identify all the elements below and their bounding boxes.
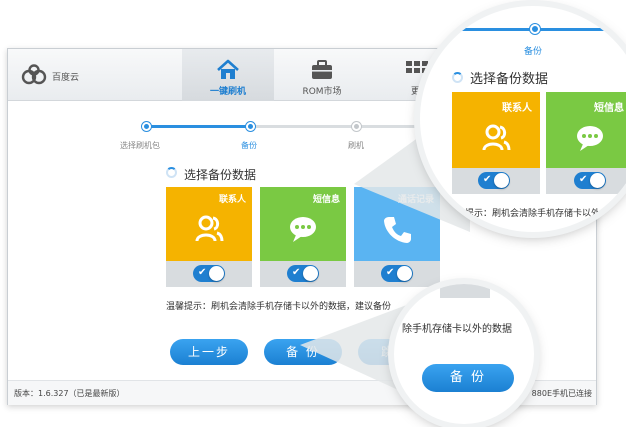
- version-text: 版本：1.6.327（已是最新版）: [14, 389, 125, 398]
- briefcase-icon: [312, 60, 332, 79]
- tab-label: 一键刷机: [209, 87, 246, 97]
- check-icon: ✔: [483, 174, 492, 185]
- step-dot-select-package: [142, 122, 151, 131]
- zoom-toggle-bar: ✔: [546, 168, 626, 194]
- phone-icon: [384, 217, 411, 243]
- toggle-knob: [209, 266, 224, 281]
- contacts-toggle[interactable]: ✔: [193, 265, 225, 282]
- tab-rom-market[interactable]: ROM市场: [276, 49, 368, 101]
- zoom-hint-fragment: 除手机存储卡以外的数据: [402, 324, 512, 335]
- backup-card-messages[interactable]: 短信息: [260, 187, 346, 261]
- zoom-section-title: 选择备份数据: [470, 72, 549, 87]
- check-icon: ✔: [292, 267, 301, 278]
- card-toggle-bar: ✔: [166, 261, 252, 287]
- zoom-hint-text: 馨提示：刷机会清除手机存储卡以外: [456, 209, 601, 219]
- message-icon: [577, 126, 603, 151]
- brand-name: 百度云: [52, 73, 80, 83]
- messages-toggle[interactable]: ✔: [287, 265, 319, 282]
- step-label: 选择刷机包: [120, 141, 160, 150]
- zoom-card-messages: 短信息: [546, 92, 626, 168]
- grid-icon: [406, 61, 428, 73]
- zoom-step-label: 备份: [524, 47, 543, 57]
- tab-label: ROM市场: [302, 87, 342, 97]
- zoom-toggle-bar: [440, 284, 490, 298]
- step-dot-flash: [352, 122, 361, 131]
- card-toggle-bar: ✔: [354, 261, 440, 287]
- toggle-knob: [303, 266, 318, 281]
- toggle-knob: [590, 173, 605, 188]
- toggle-knob: [397, 266, 412, 281]
- zoom-backup-button: 备 份: [422, 364, 514, 392]
- card-toggle-bar: ✔: [260, 261, 346, 287]
- backup-card-contacts[interactable]: 联系人: [166, 187, 252, 261]
- backup-button[interactable]: 备 份: [264, 339, 342, 365]
- contacts-icon: [482, 124, 511, 151]
- card-label: 联系人: [218, 195, 246, 205]
- card-label: 通话记录: [397, 195, 434, 205]
- baidu-cloud-logo-icon: [21, 64, 47, 85]
- check-icon: ✔: [198, 267, 207, 278]
- loading-spinner-icon: [452, 72, 463, 83]
- device-status-text: 880E手机已连接: [531, 389, 592, 398]
- contacts-icon: [195, 215, 224, 242]
- call-log-toggle[interactable]: ✔: [381, 265, 413, 282]
- card-label: 短信息: [312, 195, 340, 205]
- home-icon: [217, 59, 239, 79]
- zoom-contacts-toggle: ✔: [478, 172, 510, 189]
- toggle-knob: [494, 173, 509, 188]
- previous-step-button[interactable]: 上一步: [170, 339, 248, 365]
- step-label: 刷机: [348, 141, 364, 150]
- loading-spinner-icon: [166, 167, 177, 178]
- step-label: 备份: [241, 141, 257, 150]
- message-icon: [290, 217, 316, 242]
- zoom-toggle-bar: ✔: [452, 168, 540, 194]
- zoom-messages-toggle: ✔: [574, 172, 606, 189]
- zoom-card-label: 联系人: [502, 103, 532, 114]
- warm-tip-text: 温馨提示：刷机会清除手机存储卡以外的数据，建议备份: [166, 302, 392, 312]
- zoom-card-contacts: 联系人: [452, 92, 540, 168]
- section-title: 选择备份数据: [184, 168, 257, 182]
- check-icon: ✔: [579, 174, 588, 185]
- zoom-step-track: [420, 28, 626, 31]
- zoom-card-label: 短信息: [594, 103, 624, 114]
- check-icon: ✔: [386, 267, 395, 278]
- zoom-step-dot: [530, 24, 540, 34]
- tab-one-click-flash[interactable]: 一键刷机: [182, 49, 274, 101]
- backup-card-call-log[interactable]: 通话记录: [354, 187, 440, 261]
- screenshot-stage: 百度云 一键刷机 ROM市场 更多 选择刷机包 备份 刷机 选择备份数据 联系人…: [0, 0, 626, 427]
- step-dot-backup: [246, 122, 255, 131]
- tab-more[interactable]: 更多: [370, 49, 430, 101]
- zoom-circle-backup-button: 除手机存储卡以外的数据 备 份: [394, 284, 534, 424]
- step-progress-fill: [146, 125, 254, 128]
